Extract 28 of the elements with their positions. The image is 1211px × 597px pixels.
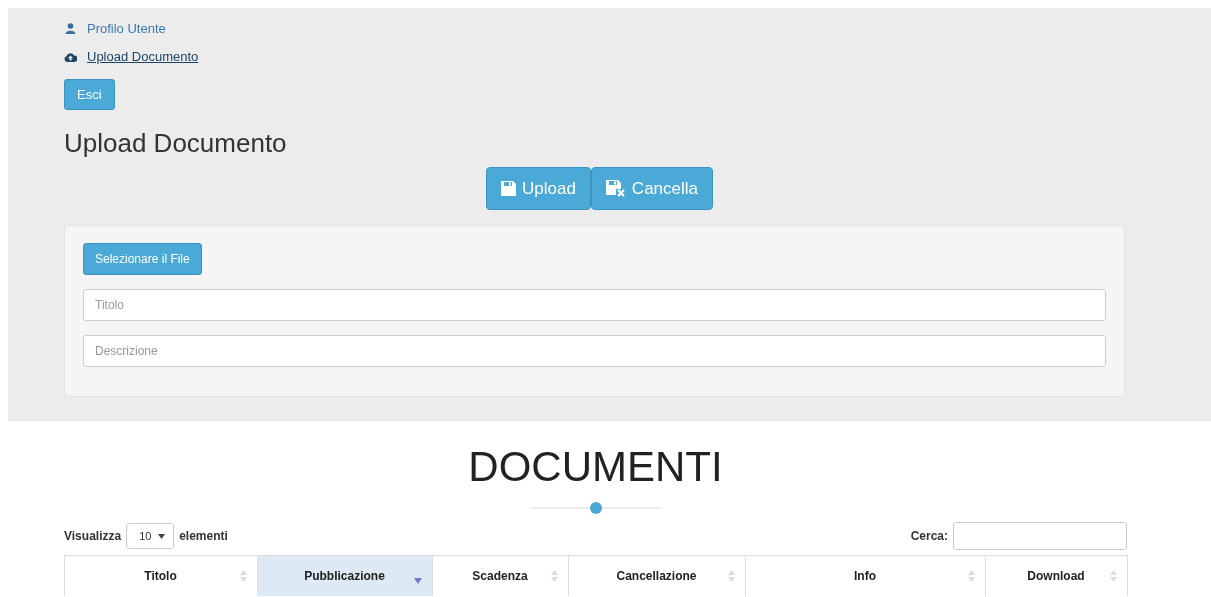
nav-link[interactable]: Profilo Utente <box>87 21 166 36</box>
length-select[interactable]: 10 <box>126 523 175 549</box>
length-label: Visualizza <box>64 529 122 543</box>
column-header[interactable]: Titolo <box>64 556 258 596</box>
caret-icon <box>158 533 166 539</box>
sort-icon <box>727 570 735 582</box>
column-header[interactable]: Cancellazione <box>568 556 746 596</box>
length-suffix: elementi <box>179 529 228 543</box>
column-header[interactable]: Pubblicazione <box>257 556 433 596</box>
sort-desc-icon <box>413 578 422 584</box>
cloud-upload-icon <box>64 51 77 62</box>
search-field[interactable] <box>953 522 1127 550</box>
user-icon <box>64 23 77 34</box>
column-header[interactable]: Scadenza <box>432 556 569 596</box>
input-field[interactable]: Descrizione <box>83 335 1106 367</box>
search-label: Cerca: <box>910 529 948 543</box>
sort-icon <box>1109 570 1117 582</box>
column-header[interactable]: Info <box>745 556 986 596</box>
section-heading: Upload Documento <box>64 128 288 159</box>
sort-icon <box>967 570 975 582</box>
sort-icon <box>239 570 247 582</box>
input-field[interactable]: Titolo <box>83 289 1106 321</box>
column-header[interactable]: Download <box>985 556 1128 596</box>
documents-title: DOCUMENTI <box>468 443 723 491</box>
floppy-cross-icon <box>605 180 626 197</box>
nav-link[interactable]: Upload Documento <box>87 49 199 64</box>
sort-icon <box>550 570 558 582</box>
floppy-icon <box>501 181 516 196</box>
